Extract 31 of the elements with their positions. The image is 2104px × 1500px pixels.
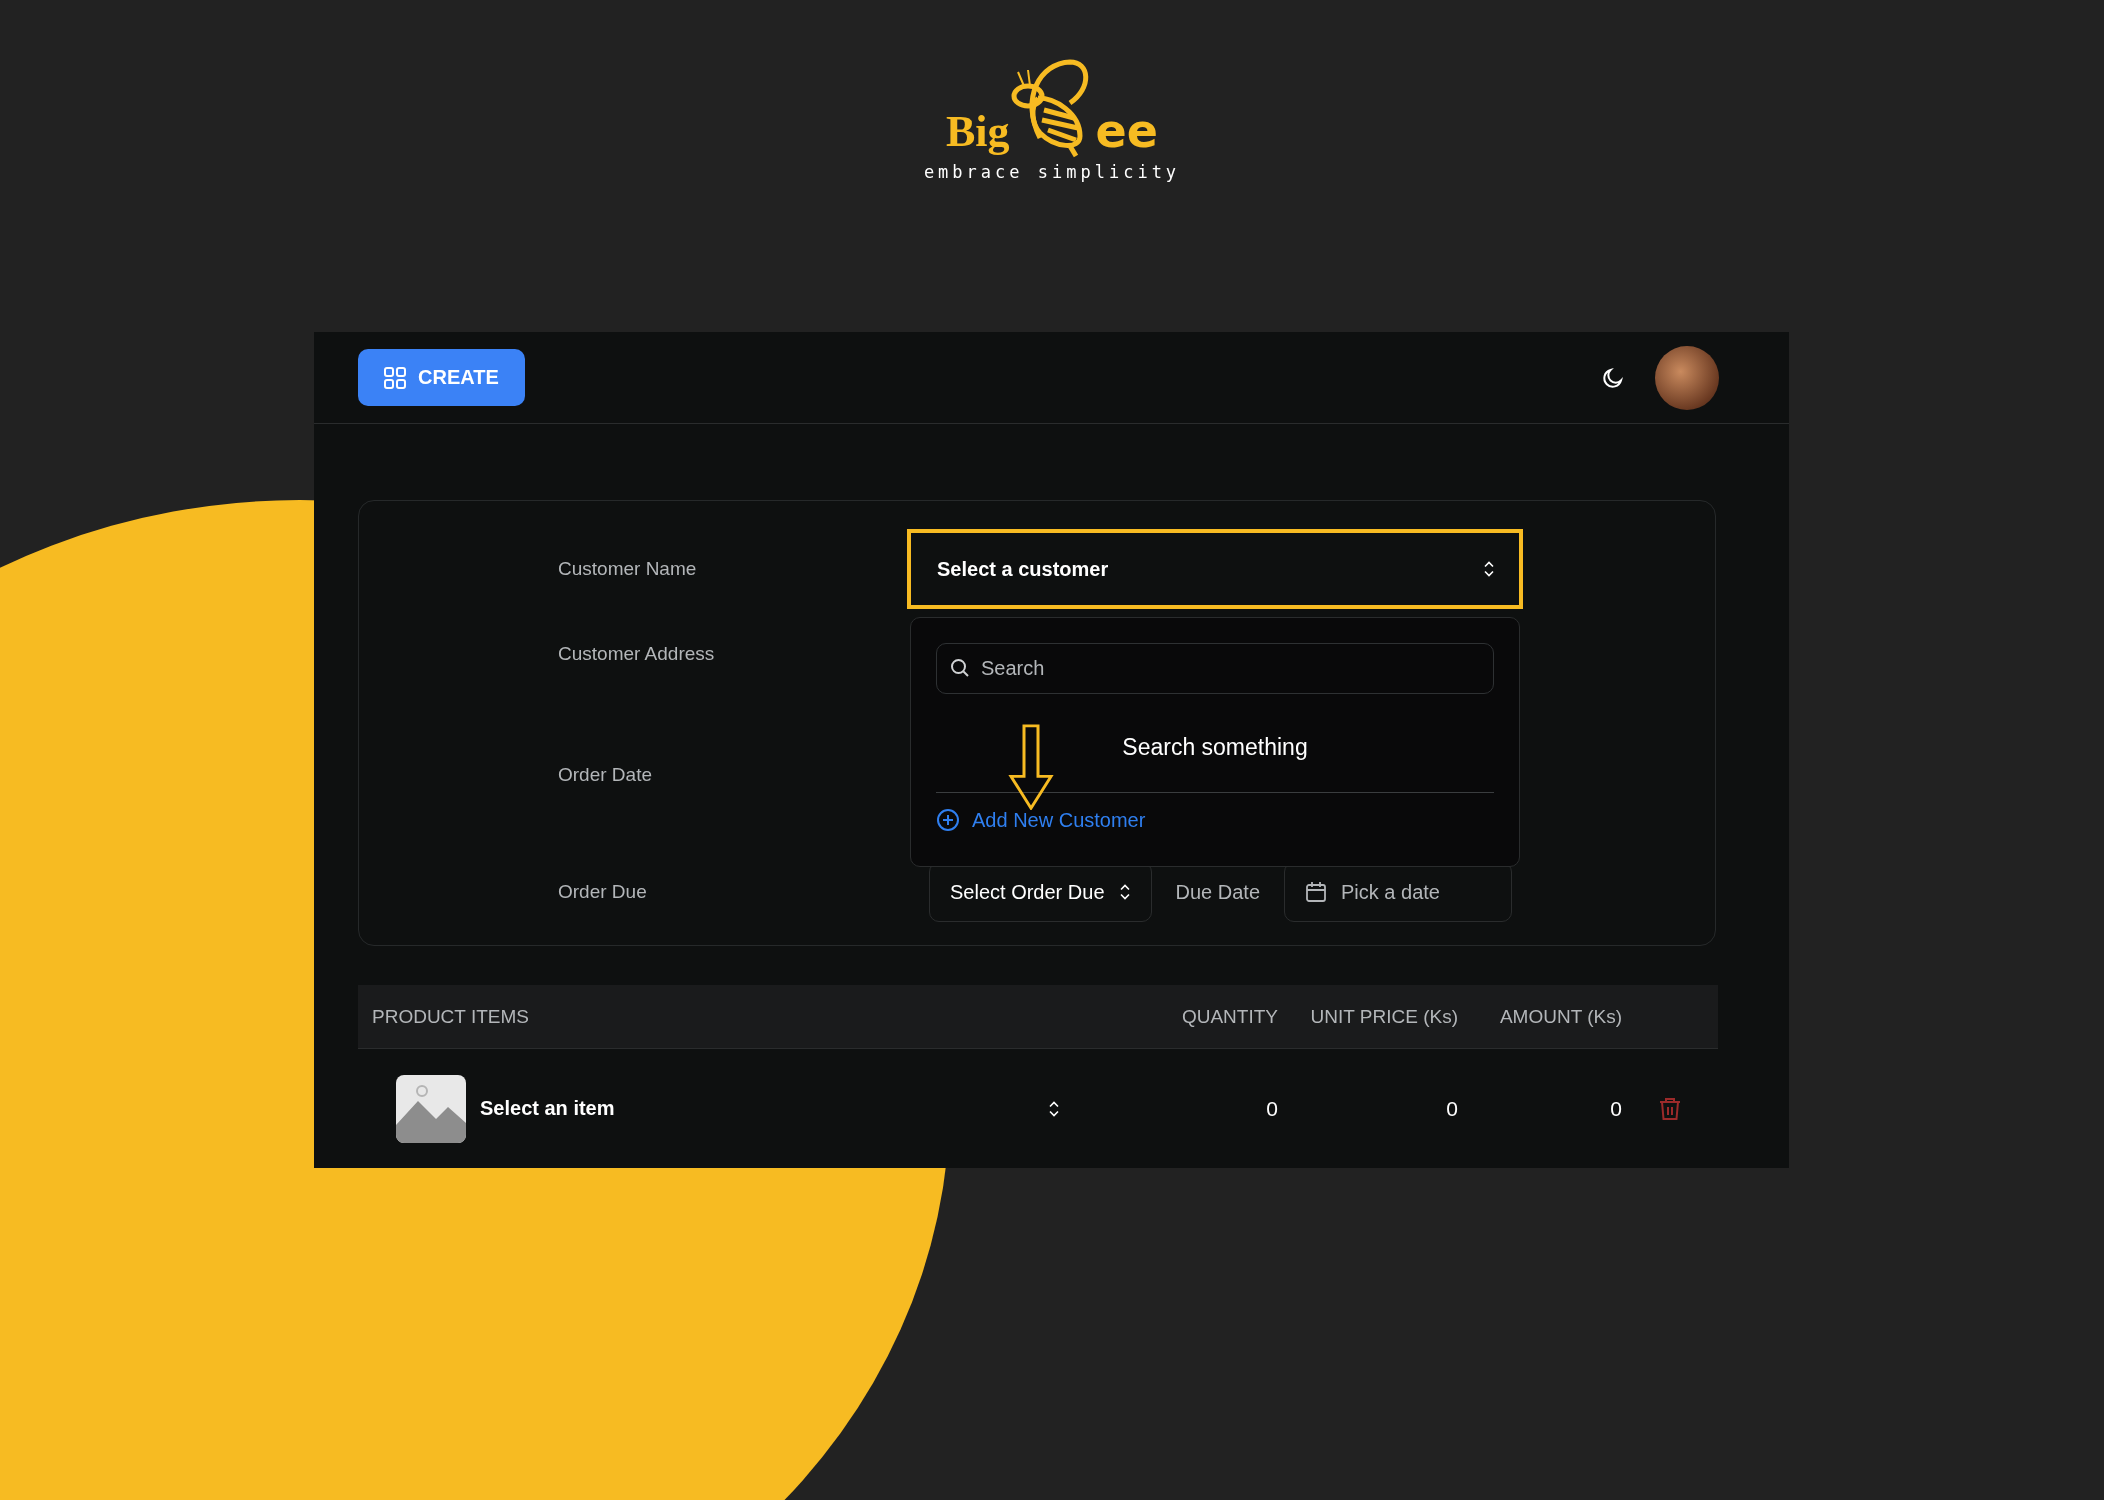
brand-text: Big [946, 110, 1010, 154]
field-label: Customer Address [558, 642, 716, 666]
column-header: AMOUNT (Ks) [1498, 1005, 1622, 1028]
table-cell-text: 0 [1445, 1096, 1458, 1121]
search-field[interactable]: Search [936, 643, 1494, 694]
search-icon [950, 658, 970, 678]
field-label: Order Due [558, 881, 648, 903]
item-select[interactable]: Select an item [358, 1073, 1160, 1144]
logo-tagline: embrace simplicity [923, 162, 1181, 182]
trash-icon[interactable] [1659, 1096, 1681, 1121]
moon-icon[interactable] [1601, 365, 1625, 390]
table-cell-text: 0 [1609, 1096, 1622, 1121]
due-date-label: Due Date [1175, 880, 1260, 904]
chevron-updown-icon [1483, 561, 1495, 577]
table-cell-text: 0 [1265, 1096, 1278, 1121]
field-label: Customer Name [558, 558, 698, 580]
empty-message: Search something [1122, 734, 1308, 761]
chevron-updown-icon [1048, 1100, 1060, 1117]
column-header: UNIT PRICE (Ks) [1309, 1005, 1458, 1028]
plus-circle-icon [936, 808, 960, 832]
grid-icon [384, 366, 406, 389]
create-button[interactable]: CREATE [358, 349, 525, 406]
customer-select[interactable]: Select a customer [907, 529, 1523, 609]
column-header: PRODUCT ITEMS [371, 1005, 530, 1028]
image-placeholder-icon [396, 1074, 466, 1143]
add-customer-link[interactable]: Add New Customer [936, 808, 1146, 832]
brand-text: ee [1095, 108, 1158, 154]
field-label: Order Date [558, 763, 653, 787]
chevron-updown-icon [1118, 884, 1131, 900]
column-header: QUANTITY [1180, 1005, 1278, 1028]
calendar-icon [1305, 881, 1327, 903]
